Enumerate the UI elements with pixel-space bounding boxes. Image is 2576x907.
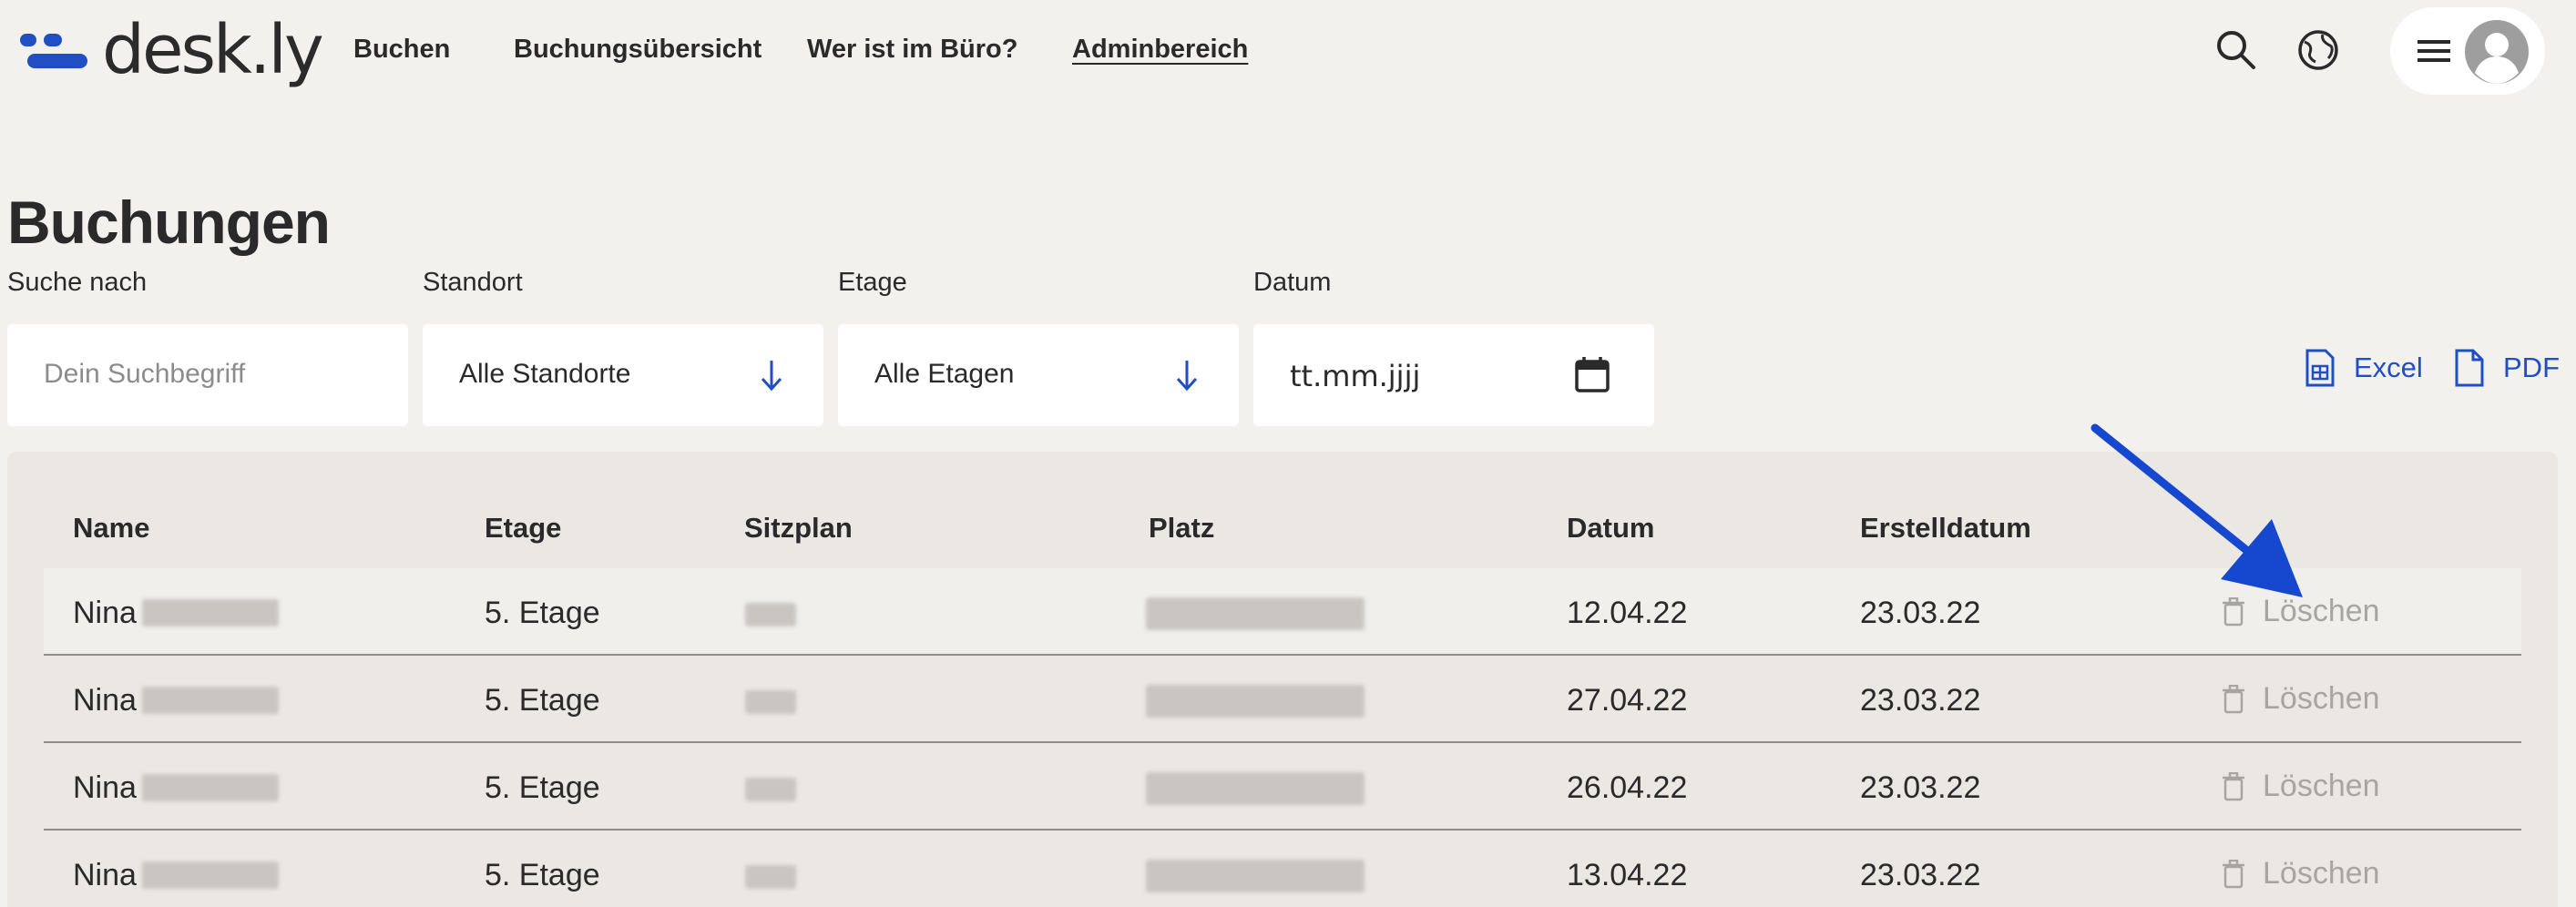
search-label: Suche nach bbox=[7, 268, 148, 297]
globe-icon[interactable] bbox=[2295, 27, 2341, 73]
cell-created-date: 23.03.22 bbox=[1860, 770, 1981, 805]
redacted-seating-plan bbox=[745, 865, 796, 889]
trash-icon bbox=[2223, 596, 2244, 626]
document-icon bbox=[2455, 349, 2484, 387]
cell-name: Nina bbox=[73, 683, 137, 718]
redacted-seat bbox=[1146, 597, 1365, 630]
date-label: Datum bbox=[1253, 268, 1332, 297]
arrow-down-icon bbox=[761, 361, 782, 392]
trash-icon bbox=[2223, 859, 2244, 888]
table-row: Nina 5. Etage 27.04.22 23.03.22 Löschen bbox=[44, 656, 2521, 743]
logo-text: desk.ly bbox=[102, 11, 324, 89]
floor-select[interactable]: Alle Etagen bbox=[838, 324, 1239, 426]
cell-name: Nina bbox=[73, 858, 137, 892]
redacted-surname bbox=[142, 687, 279, 714]
nav-item-buchen[interactable]: Buchen bbox=[353, 35, 450, 65]
column-header-created-date: Erstelldatum bbox=[1860, 512, 2031, 544]
table-row: Nina 5. Etage 26.04.22 23.03.22 Löschen bbox=[44, 743, 2521, 831]
floor-value: Alle Etagen bbox=[874, 359, 1015, 389]
app-logo[interactable]: desk.ly bbox=[20, 9, 324, 91]
cell-floor: 5. Etage bbox=[485, 858, 600, 892]
cell-floor: 5. Etage bbox=[485, 770, 600, 805]
delete-button[interactable]: Löschen bbox=[2223, 681, 2380, 717]
column-header-seat: Platz bbox=[1149, 512, 1215, 544]
cell-date: 27.04.22 bbox=[1567, 683, 1688, 718]
redacted-seating-plan bbox=[745, 603, 796, 627]
redacted-seat bbox=[1146, 685, 1365, 718]
column-header-floor: Etage bbox=[485, 512, 562, 544]
location-value: Alle Standorte bbox=[459, 359, 631, 389]
search-input[interactable]: Dein Suchbegriff bbox=[7, 324, 408, 426]
logo-mark-icon bbox=[20, 34, 89, 68]
redacted-surname bbox=[142, 599, 279, 627]
floor-label: Etage bbox=[838, 268, 907, 297]
redacted-seating-plan bbox=[745, 690, 796, 714]
redacted-seat bbox=[1146, 772, 1365, 805]
trash-icon bbox=[2223, 684, 2244, 713]
page-title: Buchungen bbox=[7, 189, 331, 256]
location-label: Standort bbox=[423, 268, 523, 297]
search-icon[interactable] bbox=[2213, 27, 2259, 73]
cell-name: Nina bbox=[73, 596, 137, 630]
redacted-surname bbox=[142, 861, 279, 889]
cell-name: Nina bbox=[73, 770, 137, 805]
cell-floor: 5. Etage bbox=[485, 596, 600, 630]
delete-label: Löschen bbox=[2263, 681, 2380, 716]
delete-label: Löschen bbox=[2263, 769, 2380, 803]
delete-button[interactable]: Löschen bbox=[2223, 769, 2380, 804]
spreadsheet-icon bbox=[2305, 349, 2335, 387]
date-placeholder: tt.mm.jjjj bbox=[1290, 359, 1421, 393]
search-placeholder: Dein Suchbegriff bbox=[44, 359, 246, 389]
menu-icon bbox=[2418, 40, 2450, 62]
calendar-icon[interactable] bbox=[1574, 355, 1610, 393]
annotation-arrow-icon bbox=[2090, 423, 2303, 597]
date-input[interactable]: tt.mm.jjjj bbox=[1253, 324, 1654, 426]
nav-item-buchungsuebersicht[interactable]: Buchungsübersicht bbox=[514, 35, 762, 65]
export-excel-button[interactable]: Excel bbox=[2305, 348, 2423, 388]
arrow-down-icon bbox=[1176, 361, 1198, 392]
column-header-seating-plan: Sitzplan bbox=[744, 512, 853, 544]
column-header-date: Datum bbox=[1567, 512, 1655, 544]
cell-created-date: 23.03.22 bbox=[1860, 683, 1981, 718]
delete-button[interactable]: Löschen bbox=[2223, 856, 2380, 892]
column-header-name: Name bbox=[73, 512, 150, 544]
cell-date: 12.04.22 bbox=[1567, 596, 1688, 630]
redacted-seating-plan bbox=[745, 778, 796, 801]
cell-date: 26.04.22 bbox=[1567, 770, 1688, 805]
location-select[interactable]: Alle Standorte bbox=[423, 324, 823, 426]
cell-created-date: 23.03.22 bbox=[1860, 596, 1981, 630]
export-excel-label: Excel bbox=[2354, 352, 2423, 383]
nav-item-wer-ist-im-buero[interactable]: Wer ist im Büro? bbox=[807, 35, 1018, 65]
delete-label: Löschen bbox=[2263, 856, 2380, 891]
export-pdf-label: PDF bbox=[2503, 352, 2560, 383]
nav-item-adminbereich[interactable]: Adminbereich bbox=[1072, 35, 1248, 65]
table-row: Nina 5. Etage 13.04.22 23.03.22 Löschen bbox=[44, 831, 2521, 907]
top-header: desk.ly Buchen Buchungsübersicht Wer ist… bbox=[0, 0, 2576, 102]
cell-date: 13.04.22 bbox=[1567, 858, 1688, 892]
cell-floor: 5. Etage bbox=[485, 683, 600, 718]
trash-icon bbox=[2223, 771, 2244, 800]
user-avatar-icon bbox=[2465, 20, 2529, 84]
export-pdf-button[interactable]: PDF bbox=[2454, 348, 2560, 388]
redacted-surname bbox=[142, 774, 279, 801]
cell-created-date: 23.03.22 bbox=[1860, 858, 1981, 892]
user-menu-button[interactable] bbox=[2390, 7, 2545, 95]
redacted-seat bbox=[1146, 860, 1365, 892]
